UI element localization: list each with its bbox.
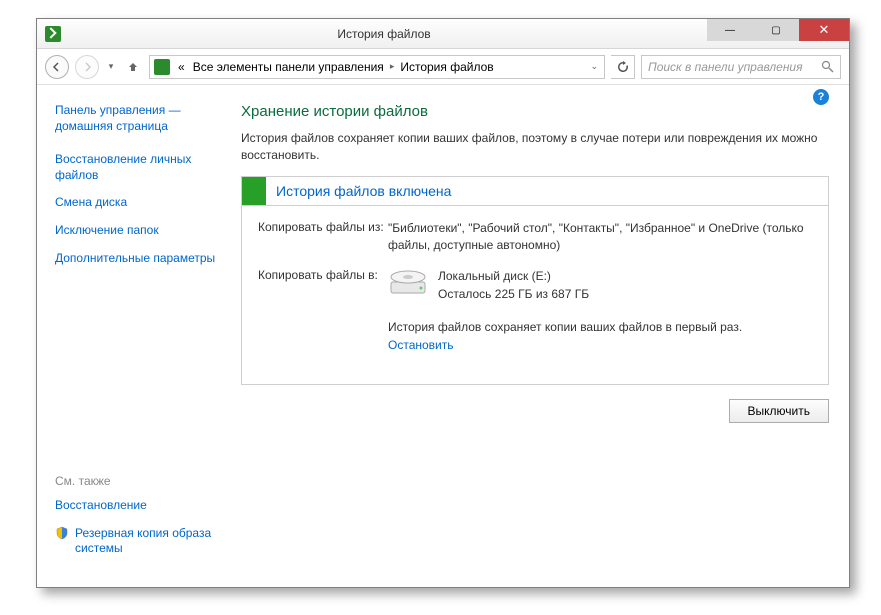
drive-icon [388,268,428,296]
drive-name: Локальный диск (E:) [438,268,589,285]
status-indicator [242,177,266,205]
breadcrumb-item[interactable]: Все элементы панели управления [189,60,388,74]
sidebar-link-exclude-folders[interactable]: Исключение папок [55,223,233,239]
search-icon [821,60,834,73]
titlebar: История файлов — ▢ ✕ [37,19,849,49]
app-icon [45,26,61,42]
sidebar-link-change-drive[interactable]: Смена диска [55,195,233,211]
sidebar: Панель управления — домашняя страница Во… [37,85,233,587]
back-button[interactable] [45,55,69,79]
sidebar-link-restore[interactable]: Восстановление личных файлов [55,152,233,183]
close-button[interactable]: ✕ [799,19,849,41]
status-title: История файлов включена [266,183,451,199]
address-bar[interactable]: « Все элементы панели управления ▸ Истор… [149,55,605,79]
drive-space: Осталось 225 ГБ из 687 ГБ [438,286,589,303]
search-input[interactable] [648,60,808,74]
arrow-right-icon [82,62,92,72]
address-dropdown[interactable]: ⌄ [584,61,604,72]
breadcrumb-item[interactable]: История файлов [396,60,497,74]
sidebar-link-recovery[interactable]: Восстановление [55,498,233,514]
refresh-button[interactable] [611,55,635,79]
page-description: История файлов сохраняет копии ваших фай… [241,130,829,164]
see-also-label: См. также [55,474,233,488]
sidebar-home-link[interactable]: Панель управления — домашняя страница [55,103,233,134]
sidebar-link-system-image[interactable]: Резервная копия образа системы [75,526,233,557]
breadcrumb-pre: « [174,60,189,74]
saving-message: История файлов сохраняет копии ваших фай… [388,319,812,336]
maximize-button[interactable]: ▢ [753,19,799,41]
up-button[interactable] [123,57,143,77]
status-box: История файлов включена Копировать файлы… [241,176,829,385]
shield-icon [55,526,69,540]
stop-link[interactable]: Остановить [388,337,812,354]
sidebar-link-advanced[interactable]: Дополнительные параметры [55,251,233,267]
search-box[interactable] [641,55,841,79]
help-icon[interactable]: ? [813,89,829,105]
copy-from-label: Копировать файлы из: [258,220,388,255]
arrow-up-icon [127,61,139,73]
toolbar: ▾ « Все элементы панели управления ▸ Ист… [37,49,849,85]
window-title: История файлов [61,27,707,41]
copy-from-value: "Библиотеки", "Рабочий стол", "Контакты"… [388,220,812,255]
main-content: ? Хранение истории файлов История файлов… [233,85,849,587]
chevron-right-icon[interactable]: ▸ [388,61,397,72]
history-dropdown[interactable]: ▾ [105,57,117,77]
page-title: Хранение истории файлов [241,103,829,120]
forward-button[interactable] [75,55,99,79]
arrow-left-icon [52,62,62,72]
turn-off-button[interactable]: Выключить [729,399,829,423]
control-panel-icon [154,59,170,75]
refresh-icon [617,61,629,73]
copy-to-label: Копировать файлы в: [258,268,388,354]
minimize-button[interactable]: — [707,19,753,41]
